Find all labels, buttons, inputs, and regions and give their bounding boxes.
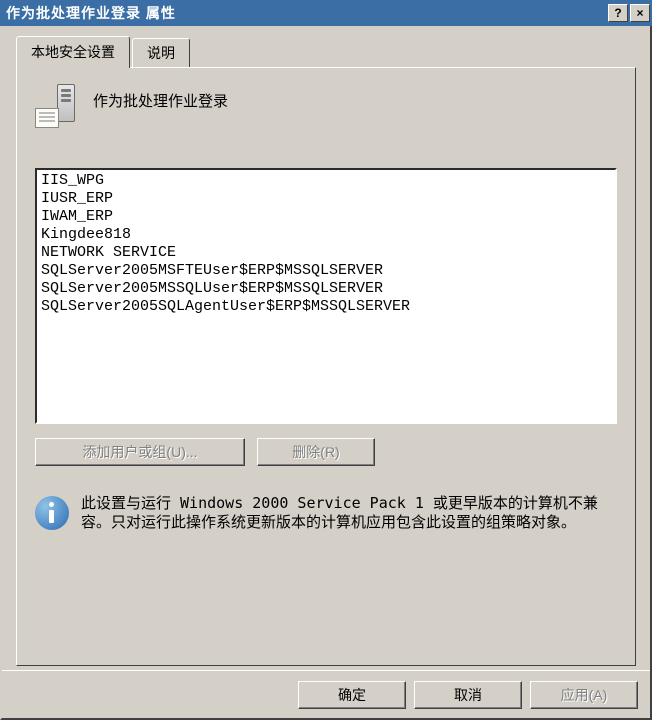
apply-button[interactable]: 应用(A) (530, 681, 638, 709)
policy-header: 作为批处理作业登录 (35, 84, 617, 128)
info-icon (35, 496, 69, 530)
tab-description[interactable]: 说明 (132, 38, 190, 67)
add-user-button[interactable]: 添加用户或组(U)... (35, 438, 245, 466)
list-item[interactable]: IWAM_ERP (41, 208, 611, 226)
ok-button[interactable]: 确定 (298, 681, 406, 709)
title-bar: 作为批处理作业登录 属性 ? × (0, 0, 652, 26)
tab-panel-local: 作为批处理作业登录 IIS_WPGIUSR_ERPIWAM_ERPKingdee… (16, 67, 636, 666)
help-button[interactable]: ? (608, 4, 628, 22)
list-item[interactable]: SQLServer2005MSFTEUser$ERP$MSSQLSERVER (41, 262, 611, 280)
compatibility-info: 此设置与运行 Windows 2000 Service Pack 1 或更早版本… (35, 494, 617, 532)
user-list[interactable]: IIS_WPGIUSR_ERPIWAM_ERPKingdee818NETWORK… (35, 168, 617, 424)
tab-control: 本地安全设置 说明 作为批处理作业登录 IIS_WPGIUSR_ERPIWAM_… (2, 26, 650, 670)
tab-local-security[interactable]: 本地安全设置 (16, 36, 130, 68)
policy-name: 作为批处理作业登录 (93, 84, 228, 111)
dialog-button-bar: 确定 取消 应用(A) (2, 670, 650, 718)
list-item[interactable]: SQLServer2005SQLAgentUser$ERP$MSSQLSERVE… (41, 298, 611, 316)
list-item[interactable]: IIS_WPG (41, 172, 611, 190)
list-item[interactable]: Kingdee818 (41, 226, 611, 244)
list-item[interactable]: SQLServer2005MSSQLUser$ERP$MSSQLSERVER (41, 280, 611, 298)
close-button[interactable]: × (630, 4, 650, 22)
cancel-button[interactable]: 取消 (414, 681, 522, 709)
window-title: 作为批处理作业登录 属性 (6, 3, 606, 23)
policy-icon (35, 84, 79, 128)
list-item[interactable]: IUSR_ERP (41, 190, 611, 208)
remove-user-button[interactable]: 删除(R) (257, 438, 375, 466)
list-buttons: 添加用户或组(U)... 删除(R) (35, 438, 617, 466)
info-text: 此设置与运行 Windows 2000 Service Pack 1 或更早版本… (81, 494, 617, 532)
list-item[interactable]: NETWORK SERVICE (41, 244, 611, 262)
tab-strip: 本地安全设置 说明 (16, 36, 636, 67)
dialog-client: 本地安全设置 说明 作为批处理作业登录 IIS_WPGIUSR_ERPIWAM_… (0, 26, 652, 720)
